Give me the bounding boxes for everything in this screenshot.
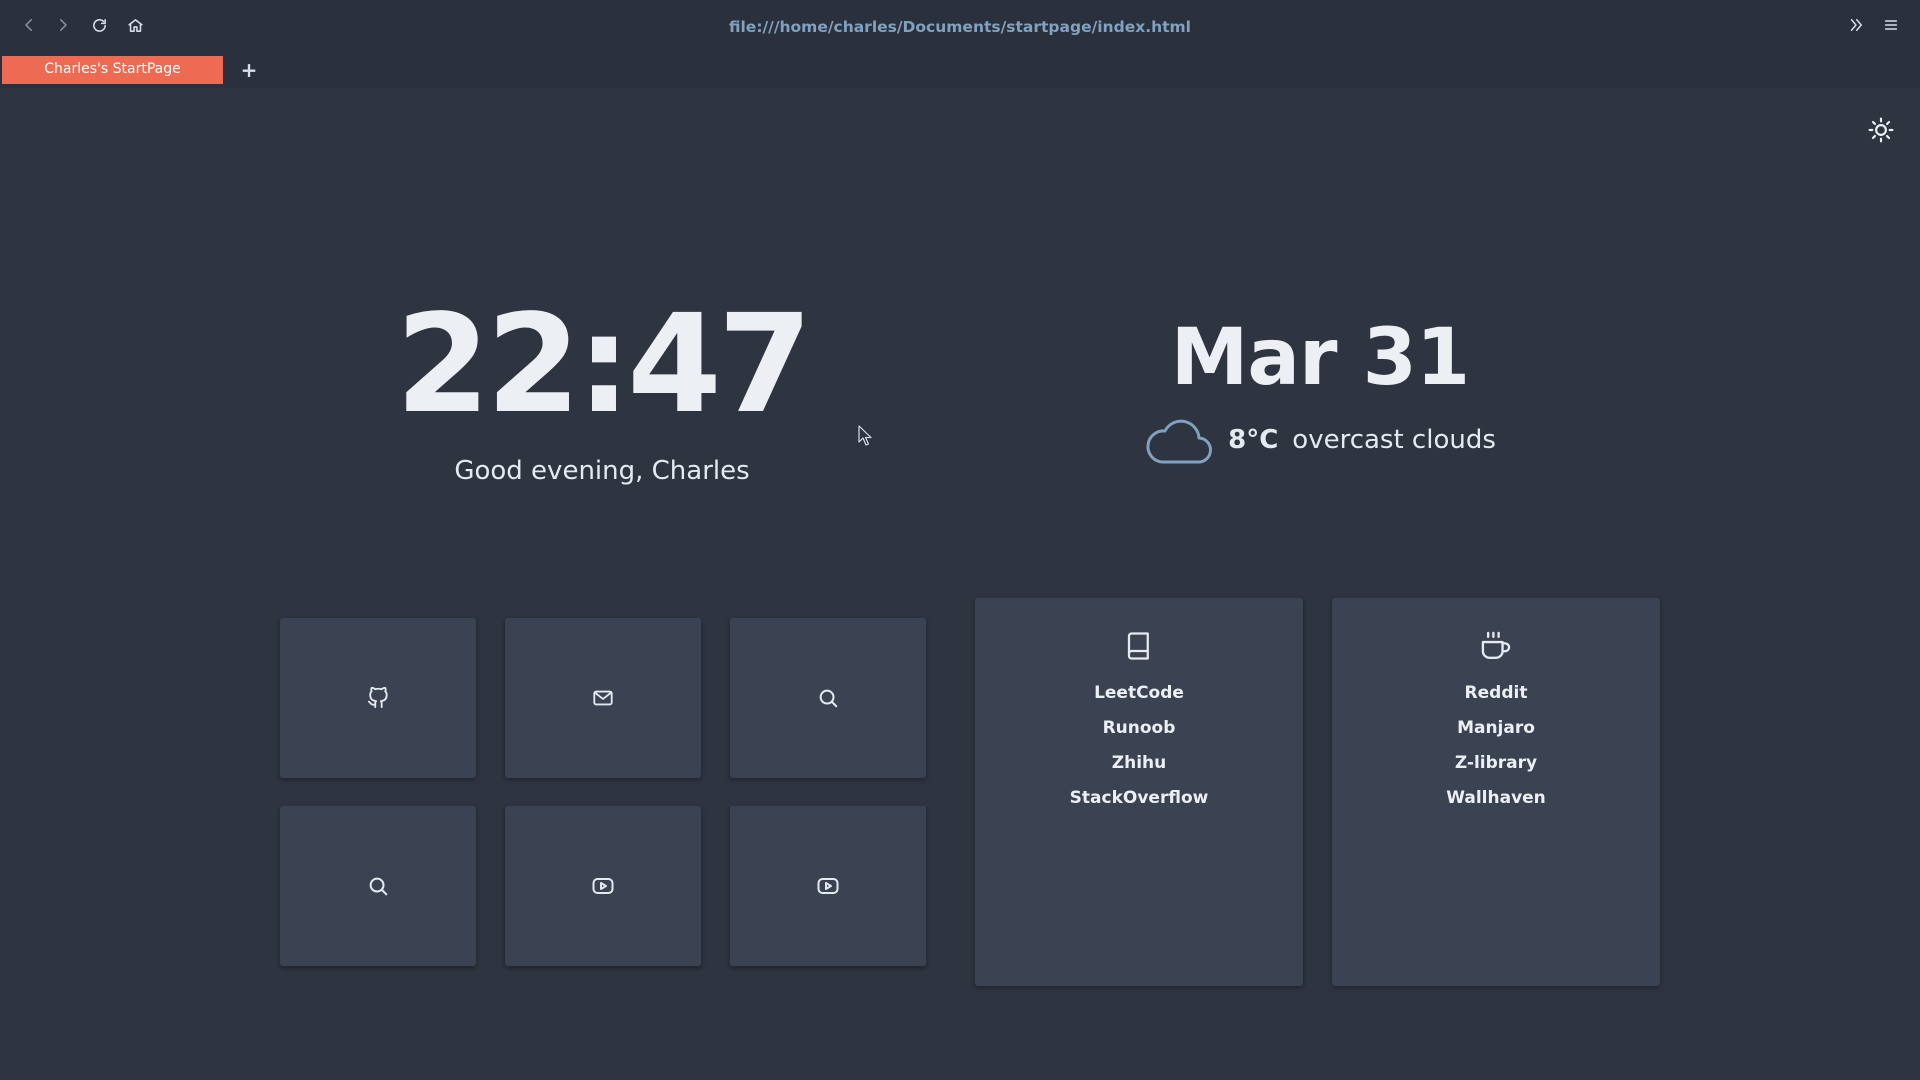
weather-temperature: 8°C — [1228, 425, 1279, 455]
hamburger-menu-icon — [1884, 20, 1898, 30]
link-zhihu[interactable]: Zhihu — [1112, 753, 1166, 773]
greeting-text: Good evening, Charles — [454, 456, 750, 486]
browser-toolbar: file:///home/charles/Documents/startpage… — [0, 0, 1920, 88]
list-item: Reddit — [1332, 676, 1660, 711]
weather-description: overcast clouds — [1292, 425, 1496, 455]
new-tab-button[interactable]: + — [238, 56, 260, 84]
list-item: StackOverflow — [975, 781, 1303, 816]
back-button[interactable] — [16, 12, 42, 38]
github-icon — [367, 687, 388, 709]
link-leetcode[interactable]: LeetCode — [1094, 683, 1184, 703]
shortcut-github[interactable] — [280, 618, 476, 778]
link-list: LeetCode Runoob Zhihu StackOverflow — [975, 676, 1303, 816]
book-icon — [1127, 632, 1149, 660]
shortcut-mail[interactable] — [505, 618, 701, 778]
theme-toggle-button[interactable] — [1864, 113, 1898, 147]
date-weather-section: Mar 31 8°C overcast clouds — [1090, 310, 1550, 466]
weather-row: 8°C overcast clouds — [1090, 414, 1550, 466]
shortcut-search-1[interactable] — [730, 618, 926, 778]
reload-button[interactable] — [86, 12, 112, 38]
shortcut-youtube-1[interactable] — [505, 806, 701, 966]
shortcut-search-2[interactable] — [280, 806, 476, 966]
link-stackoverflow[interactable]: StackOverflow — [1070, 788, 1209, 808]
link-reddit[interactable]: Reddit — [1465, 683, 1528, 703]
link-manjaro[interactable]: Manjaro — [1457, 718, 1535, 738]
link-card-leisure: Reddit Manjaro Z-library Wallhaven — [1332, 598, 1660, 986]
navigation-bar: file:///home/charles/Documents/startpage… — [0, 0, 1920, 52]
clock-time: 22:47 — [395, 286, 813, 444]
home-button[interactable] — [122, 12, 148, 38]
shortcut-grid — [280, 618, 926, 966]
search-icon — [819, 689, 838, 708]
forward-button[interactable] — [50, 12, 76, 38]
list-item: Z-library — [1332, 746, 1660, 781]
url-bar[interactable]: file:///home/charles/Documents/startpage… — [640, 14, 1280, 40]
double-chevron-right-icon — [1850, 19, 1862, 31]
link-card-study: LeetCode Runoob Zhihu StackOverflow — [975, 598, 1303, 986]
card-icon-wrapper — [1332, 628, 1660, 664]
youtube-icon — [817, 878, 839, 894]
list-item: Wallhaven — [1332, 781, 1660, 816]
youtube-icon — [592, 878, 614, 894]
sun-icon — [1868, 117, 1894, 143]
chevron-left-icon — [25, 19, 32, 31]
link-zlibrary[interactable]: Z-library — [1455, 753, 1537, 773]
list-item: Zhihu — [975, 746, 1303, 781]
chevron-right-icon — [60, 19, 67, 31]
date-text: Mar 31 — [1170, 313, 1470, 403]
link-list: Reddit Manjaro Z-library Wallhaven — [1332, 676, 1660, 816]
mouse-cursor-icon — [858, 425, 872, 446]
overflow-button[interactable] — [1843, 12, 1869, 38]
menu-button[interactable] — [1878, 12, 1904, 38]
list-item: Runoob — [975, 711, 1303, 746]
search-icon — [369, 877, 388, 896]
link-runoob[interactable]: Runoob — [1103, 718, 1176, 738]
tab-startpage[interactable]: Charles's StartPage — [2, 56, 223, 84]
link-wallhaven[interactable]: Wallhaven — [1446, 788, 1546, 808]
clock-section: 22:47 Good evening, Charles — [352, 290, 852, 486]
card-icon-wrapper — [975, 628, 1303, 664]
list-item: Manjaro — [1332, 711, 1660, 746]
shortcut-youtube-2[interactable] — [730, 806, 926, 966]
mail-icon — [593, 690, 613, 706]
reload-icon — [92, 18, 106, 32]
list-item: LeetCode — [975, 676, 1303, 711]
home-icon — [127, 18, 143, 32]
tab-bar: Charles's StartPage + — [0, 52, 1920, 88]
coffee-cup-icon — [1481, 631, 1511, 659]
cloud-icon — [1146, 419, 1213, 464]
